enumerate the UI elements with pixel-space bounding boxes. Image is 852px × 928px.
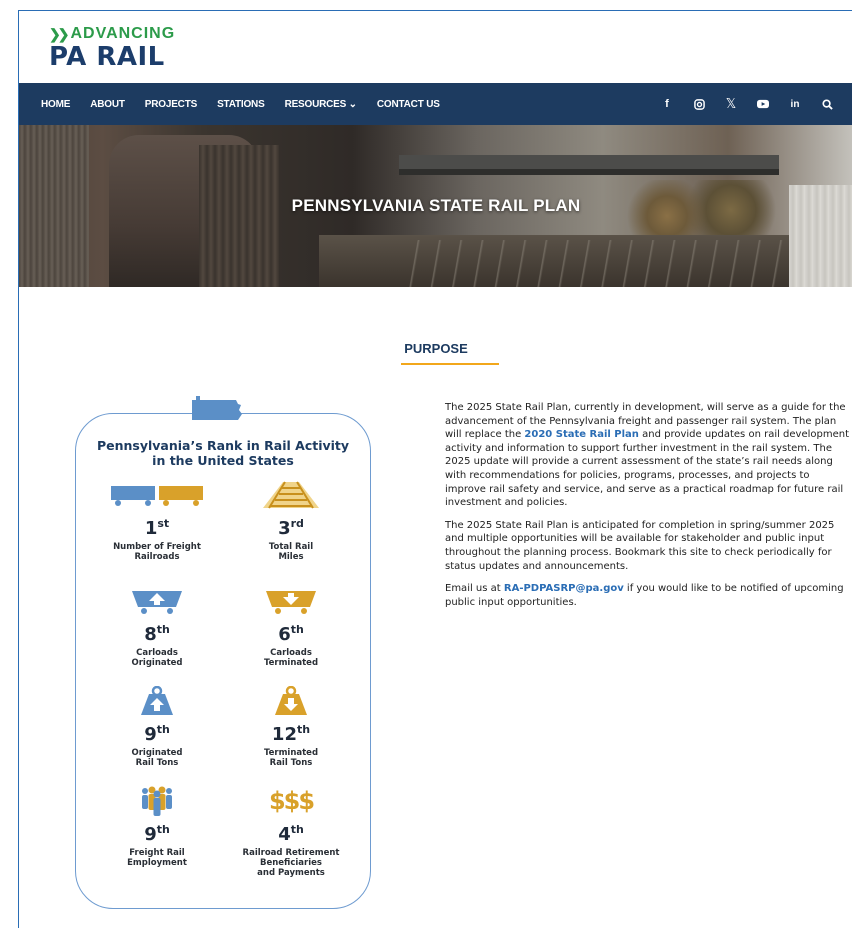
weight-up-icon	[92, 686, 222, 716]
youtube-icon[interactable]	[757, 98, 769, 110]
facebook-icon[interactable]: f	[661, 98, 673, 110]
main-nav: HOME ABOUT PROJECTS STATIONS RESOURCES ⌄…	[19, 83, 852, 125]
nav-item-contact-us[interactable]: CONTACT US	[377, 99, 440, 110]
stat-rank: 3rd	[278, 517, 304, 539]
instagram-icon[interactable]	[693, 98, 705, 110]
carload-up-icon	[92, 586, 222, 616]
infographic-title-line1: Pennsylvania’s Rank in Rail Activity	[96, 438, 350, 453]
stat-rank: 12th	[271, 723, 311, 745]
people-icon	[92, 786, 222, 816]
social-icons: f 𝕏 in	[661, 83, 833, 125]
nav-item-about[interactable]: ABOUT	[90, 99, 125, 110]
freight-cars-icon	[92, 480, 222, 510]
stat-originated-rail-tons: 9th Originated Rail Tons	[92, 686, 222, 768]
stat-railroad-retirement: $$$ 4th Railroad Retirement Beneficiaries…	[226, 786, 356, 878]
carload-down-icon	[226, 586, 356, 616]
pennsylvania-map-icon	[192, 396, 242, 420]
logo-top-text: ADVANCING	[70, 25, 176, 42]
nav-item-stations[interactable]: STATIONS	[217, 99, 265, 110]
stat-label: Terminated Rail Tons	[263, 748, 319, 768]
purpose-heading: PURPOSE	[404, 341, 468, 356]
infographic-title: Pennsylvania’s Rank in Rail Activity in …	[76, 438, 370, 468]
stat-rank: 6th	[278, 623, 304, 645]
stat-rank: 1st	[144, 517, 170, 539]
nav-item-home[interactable]: HOME	[41, 99, 70, 110]
purpose-paragraph-3: Email us at RA-PDPASRP@pa.gov if you wou…	[445, 583, 844, 608]
stat-rank: 8th	[144, 623, 170, 645]
state-rail-plan-2020-link[interactable]: 2020 State Rail Plan	[524, 429, 639, 440]
stat-label: Originated Rail Tons	[131, 748, 183, 768]
stat-label: Carloads Terminated	[263, 648, 319, 668]
stat-rank: 9th	[144, 823, 170, 845]
chevrons-icon: ❯❯	[49, 25, 70, 42]
stat-rank: 9th	[144, 723, 170, 745]
site-logo[interactable]: ❯❯ ADVANCING PA RAIL	[49, 25, 175, 70]
stat-total-rail-miles: 3rd Total Rail Miles	[226, 480, 356, 562]
hero-banner: PENNSYLVANIA STATE RAIL PLAN	[19, 125, 852, 287]
nav-item-resources[interactable]: RESOURCES ⌄	[285, 99, 358, 110]
search-icon[interactable]	[821, 98, 833, 110]
stat-carloads-originated: 8th Carloads Originated	[92, 586, 222, 668]
stat-freight-rail-employment: 9th Freight Rail Employment	[92, 786, 222, 868]
stat-label: Carloads Originated	[131, 648, 183, 668]
purpose-underline	[401, 363, 499, 365]
contact-email-link[interactable]: RA-PDPASRP@pa.gov	[504, 583, 624, 594]
stat-rank: 4th	[278, 823, 304, 845]
rail-rank-infographic: Pennsylvania’s Rank in Rail Activity in …	[75, 396, 371, 909]
purpose-paragraph-1: The 2025 State Rail Plan, currently in d…	[445, 402, 850, 509]
nav-item-projects[interactable]: PROJECTS	[145, 99, 198, 110]
hero-title: PENNSYLVANIA STATE RAIL PLAN	[291, 196, 581, 215]
stat-freight-railroads: 1st Number of Freight Railroads	[92, 480, 222, 562]
stat-label: Total Rail Miles	[268, 542, 314, 562]
stat-carloads-terminated: 6th Carloads Terminated	[226, 586, 356, 668]
dollar-signs-icon: $$$	[268, 787, 315, 815]
stat-label: Freight Rail Employment	[127, 848, 187, 868]
nav-menu: HOME ABOUT PROJECTS STATIONS RESOURCES ⌄…	[41, 99, 440, 110]
stat-label: Railroad Retirement Beneficiaries and Paym…	[242, 848, 340, 878]
stat-label: Number of Freight Railroads	[113, 542, 201, 562]
infographic-title-line2: in the United States	[152, 453, 294, 468]
purpose-paragraph-2: The 2025 State Rail Plan is anticipated …	[445, 519, 835, 572]
page-frame: ❯❯ ADVANCING PA RAIL HOME ABOUT PROJECTS…	[18, 10, 852, 928]
logo-bottom-text: PA RAIL	[49, 42, 165, 72]
weight-down-icon	[226, 686, 356, 716]
x-icon[interactable]: 𝕏	[725, 96, 737, 111]
linkedin-icon[interactable]: in	[789, 98, 801, 110]
purpose-body: The 2025 State Rail Plan, currently in d…	[445, 401, 852, 618]
stat-terminated-rail-tons: 12th Terminated Rail Tons	[226, 686, 356, 768]
rail-track-icon	[226, 480, 356, 510]
logo-top-line: ❯❯ ADVANCING	[49, 25, 175, 43]
